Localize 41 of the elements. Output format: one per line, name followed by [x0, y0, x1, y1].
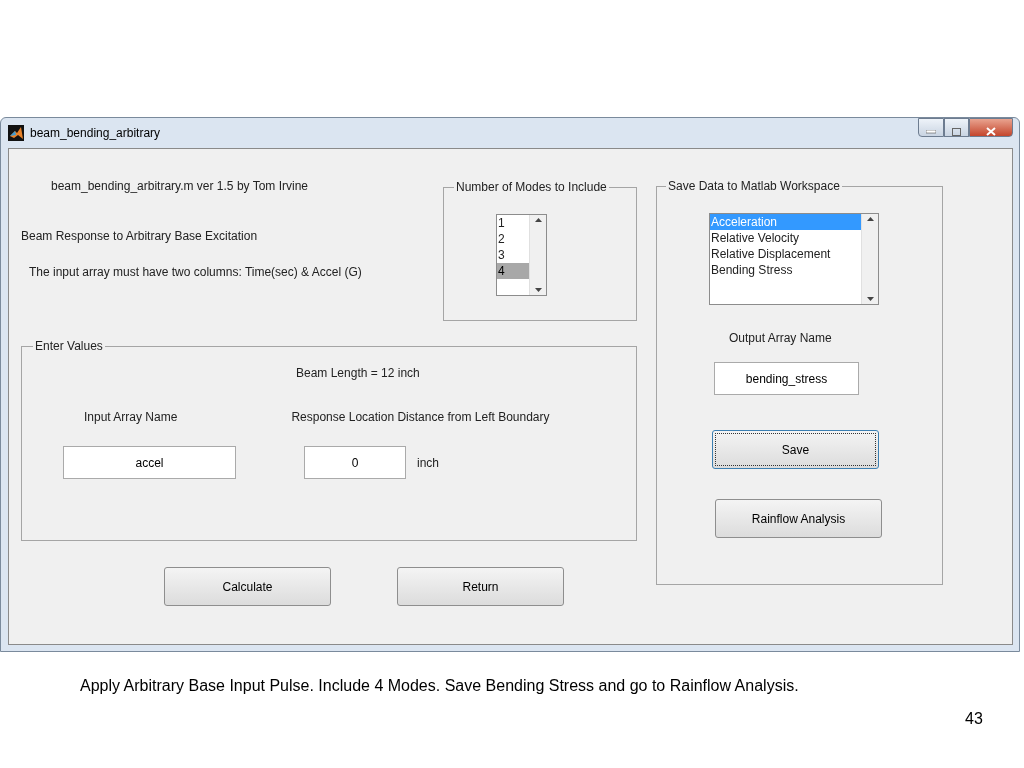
list-item[interactable]: Relative Displacement — [710, 246, 861, 262]
button[interactable]: Save — [712, 430, 879, 469]
info-text: The input array must have two columns: Time(sec) & Accel (G) — [28, 265, 363, 279]
group-title: Enter Values — [33, 339, 105, 353]
minimize-icon — [926, 129, 936, 134]
maximize-icon — [952, 127, 961, 136]
button[interactable]: Return — [397, 567, 564, 606]
scroll-up-arrow-icon[interactable] — [866, 217, 874, 221]
input-field[interactable]: 0 — [304, 446, 406, 479]
scroll-down-arrow-icon[interactable] — [866, 297, 874, 301]
list-item[interactable]: 2 — [497, 231, 529, 247]
button[interactable]: Calculate — [164, 567, 331, 606]
input-field[interactable]: bending_stress — [714, 362, 859, 395]
list-item[interactable]: 1 — [497, 215, 529, 231]
list-item[interactable]: Bending Stress — [710, 262, 861, 278]
beam-length-label: Beam Length = 12 inch — [296, 365, 420, 382]
maximize-button[interactable] — [944, 118, 969, 137]
list-item[interactable]: 4 — [497, 263, 529, 279]
output-label: Output Array Name — [729, 330, 832, 347]
input-label: Input Array Name — [84, 409, 178, 426]
listbox[interactable]: 1 2 3 4 — [496, 214, 547, 296]
list-item[interactable]: 3 — [497, 247, 529, 263]
minimize-button[interactable] — [918, 118, 944, 137]
button[interactable]: Rainflow Analysis — [715, 499, 882, 538]
caption-text: Apply Arbitrary Base Input Pulse. Include 4 Modes. Save Bending Stress and go to Rainflow Analysis. — [80, 676, 800, 696]
group-title: Save Data to Matlab Workspace — [666, 179, 842, 193]
app-logo-icon — [8, 125, 24, 141]
window-title: beam_bending_arbitrary — [30, 125, 161, 142]
location-label: Response Location Distance from Left Boundary — [291, 409, 550, 426]
scroll-up-arrow-icon[interactable] — [534, 218, 542, 222]
info-text: beam_bending_arbitrary.m ver 1.5 by Tom Irvine — [50, 179, 309, 193]
listbox[interactable]: Acceleration Relative Velocity Relative Displacement Bending Stress — [709, 213, 879, 305]
info-text: Beam Response to Arbitrary Base Excitation — [21, 229, 259, 243]
unit-label: inch — [417, 454, 439, 472]
input-field[interactable]: accel — [63, 446, 236, 479]
close-icon — [986, 127, 996, 137]
slide-number: 43 — [965, 709, 983, 729]
group-title: Number of Modes to Include — [454, 180, 609, 194]
list-item[interactable]: Relative Velocity — [710, 230, 861, 246]
close-button[interactable] — [969, 118, 1013, 137]
scroll-down-arrow-icon[interactable] — [534, 288, 542, 292]
